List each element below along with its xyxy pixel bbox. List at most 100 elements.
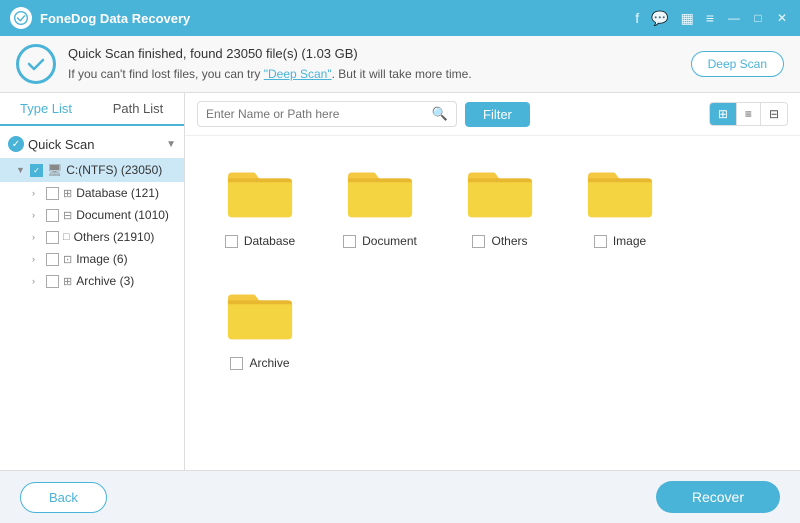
maximize-button[interactable]: □ xyxy=(750,11,766,25)
close-button[interactable]: ✕ xyxy=(774,11,790,25)
others-file-checkbox[interactable] xyxy=(472,235,485,248)
sidebar-tabs: Type List Path List xyxy=(0,93,184,126)
deep-scan-button[interactable]: Deep Scan xyxy=(691,51,784,77)
app-logo xyxy=(10,7,32,29)
database-label: Database (121) xyxy=(76,186,159,200)
quick-scan-label: Quick Scan xyxy=(28,137,162,152)
search-input[interactable] xyxy=(206,107,432,121)
others-file-label: Others xyxy=(491,234,527,248)
database-checkbox[interactable] xyxy=(46,187,59,200)
document-label: Document (1010) xyxy=(76,208,169,222)
image-label: Image (6) xyxy=(76,252,127,266)
file-icon-wrap-document xyxy=(340,156,420,226)
drive-checkbox[interactable]: ✓ xyxy=(30,164,43,177)
image-file-checkbox[interactable] xyxy=(594,235,607,248)
status-check-icon xyxy=(16,44,56,84)
sidebar-tree: ✓ Quick Scan ▼ ▼ ✓ 🖥 C:(NTFS) (23050) › … xyxy=(0,126,184,470)
image-icon: ⊡ xyxy=(63,253,72,266)
drive-expand-arrow: ▼ xyxy=(16,165,26,175)
grid-view-button[interactable]: ⊞ xyxy=(710,103,737,125)
minimize-button[interactable]: — xyxy=(726,11,742,25)
file-icon-wrap-database xyxy=(220,156,300,226)
tree-item-others[interactable]: › □ Others (21910) xyxy=(0,226,184,248)
list-view-button[interactable]: ≡ xyxy=(737,103,761,125)
tab-path-list[interactable]: Path List xyxy=(92,93,184,124)
archive-expand-arrow: › xyxy=(32,276,42,286)
file-area: 🔍 Filter ⊞ ≡ ⊟ xyxy=(185,93,800,470)
database-icon: ⊞ xyxy=(63,187,72,200)
folder-icon-document xyxy=(346,162,414,220)
recover-button[interactable]: Recover xyxy=(656,481,780,513)
image-checkbox[interactable] xyxy=(46,253,59,266)
document-expand-arrow: › xyxy=(32,210,42,220)
detail-view-button[interactable]: ⊟ xyxy=(761,103,787,125)
image-file-label: Image xyxy=(613,234,646,248)
tab-type-list[interactable]: Type List xyxy=(0,93,92,126)
archive-file-checkbox[interactable] xyxy=(230,357,243,370)
drive-label: C:(NTFS) (23050) xyxy=(66,163,176,177)
document-file-label: Document xyxy=(362,234,417,248)
view-toggle-group: ⊞ ≡ ⊟ xyxy=(709,102,788,126)
database-file-label: Database xyxy=(244,234,295,248)
title-bar-social-icons: f 💬 ▦ ≡ xyxy=(635,10,714,27)
document-checkbox[interactable] xyxy=(46,209,59,222)
hint-prefix: If you can't find lost files, you can tr… xyxy=(68,67,264,81)
hint-suffix: . But it will take more time. xyxy=(332,67,472,81)
drive-c-item[interactable]: ▼ ✓ 🖥 C:(NTFS) (23050) xyxy=(0,158,184,182)
file-item-bottom-archive: Archive xyxy=(230,356,289,370)
file-toolbar: 🔍 Filter ⊞ ≡ ⊟ xyxy=(185,93,800,136)
file-item-image[interactable]: Image xyxy=(575,156,665,248)
file-item-bottom-image: Image xyxy=(594,234,646,248)
others-expand-arrow: › xyxy=(32,232,42,242)
folder-icon-others xyxy=(466,162,534,220)
scan-hint: If you can't find lost files, you can tr… xyxy=(68,65,679,84)
archive-label: Archive (3) xyxy=(76,274,134,288)
files-grid: Database Document xyxy=(185,136,800,470)
drive-icon: 🖥 xyxy=(47,163,62,177)
document-icon: ⊟ xyxy=(63,209,72,222)
file-item-others[interactable]: Others xyxy=(455,156,545,248)
others-label: Others (21910) xyxy=(74,230,155,244)
tree-item-archive[interactable]: › ⊞ Archive (3) xyxy=(0,270,184,292)
tree-item-database[interactable]: › ⊞ Database (121) xyxy=(0,182,184,204)
image-expand-arrow: › xyxy=(32,254,42,264)
file-icon-wrap-others xyxy=(460,156,540,226)
folder-icon-image xyxy=(586,162,654,220)
back-button[interactable]: Back xyxy=(20,482,107,513)
facebook-icon[interactable]: f xyxy=(635,10,639,26)
title-bar: FoneDog Data Recovery f 💬 ▦ ≡ — □ ✕ xyxy=(0,0,800,36)
quick-scan-section[interactable]: ✓ Quick Scan ▼ xyxy=(0,130,184,158)
file-item-database[interactable]: Database xyxy=(215,156,305,248)
notification-bar: Quick Scan finished, found 23050 file(s)… xyxy=(0,36,800,93)
archive-checkbox[interactable] xyxy=(46,275,59,288)
filter-button[interactable]: Filter xyxy=(465,102,530,127)
search-icon: 🔍 xyxy=(432,106,448,122)
sidebar: Type List Path List ✓ Quick Scan ▼ ▼ ✓ 🖥… xyxy=(0,93,185,470)
notification-text: Quick Scan finished, found 23050 file(s)… xyxy=(68,44,679,84)
file-item-bottom-database: Database xyxy=(225,234,295,248)
search-box[interactable]: 🔍 xyxy=(197,101,457,127)
folder-icon-archive xyxy=(226,284,294,342)
document-file-checkbox[interactable] xyxy=(343,235,356,248)
database-expand-arrow: › xyxy=(32,188,42,198)
folder-icon-database xyxy=(226,162,294,220)
menu-icon[interactable]: ≡ xyxy=(706,10,714,26)
message-icon[interactable]: 💬 xyxy=(651,10,668,27)
file-item-archive[interactable]: Archive xyxy=(215,278,305,370)
qr-icon[interactable]: ▦ xyxy=(681,10,694,27)
others-icon: □ xyxy=(63,231,70,243)
scan-status: Quick Scan finished, found 23050 file(s)… xyxy=(68,44,679,65)
database-file-checkbox[interactable] xyxy=(225,235,238,248)
file-item-document[interactable]: Document xyxy=(335,156,425,248)
main-content: Type List Path List ✓ Quick Scan ▼ ▼ ✓ 🖥… xyxy=(0,93,800,470)
quick-scan-arrow: ▼ xyxy=(166,139,176,150)
others-checkbox[interactable] xyxy=(46,231,59,244)
file-item-bottom-others: Others xyxy=(472,234,527,248)
quick-scan-check-icon: ✓ xyxy=(8,136,24,152)
bottom-bar: Back Recover xyxy=(0,470,800,523)
archive-icon: ⊞ xyxy=(63,275,72,288)
app-title: FoneDog Data Recovery xyxy=(40,11,635,26)
tree-item-document[interactable]: › ⊟ Document (1010) xyxy=(0,204,184,226)
tree-item-image[interactable]: › ⊡ Image (6) xyxy=(0,248,184,270)
deep-scan-link[interactable]: "Deep Scan" xyxy=(264,67,332,81)
